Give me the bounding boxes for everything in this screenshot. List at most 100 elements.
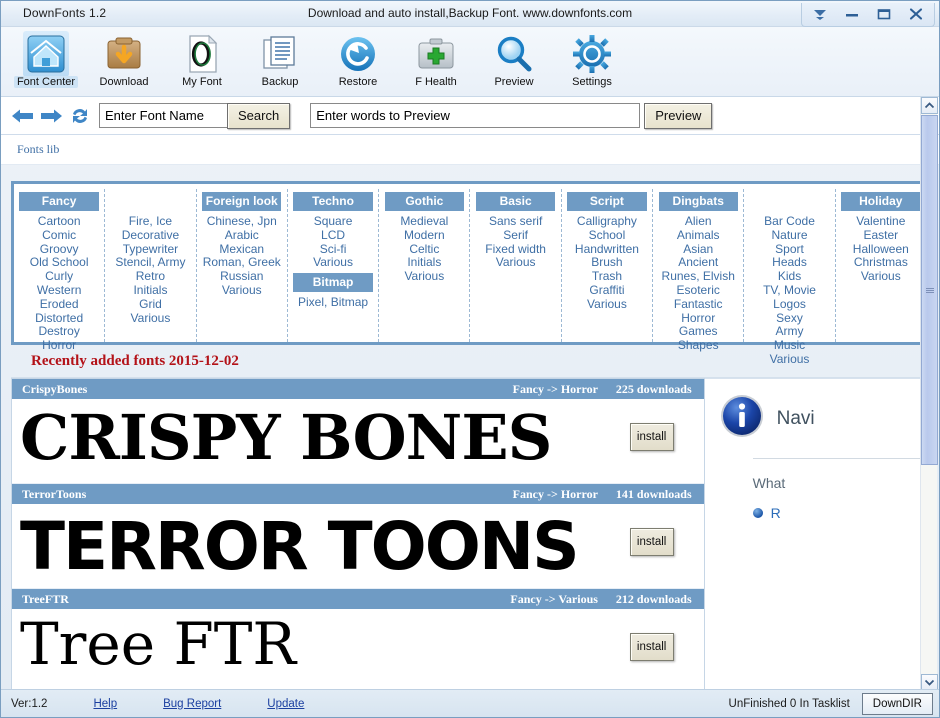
category-item[interactable]: Eroded <box>40 297 79 312</box>
category-item[interactable]: Various <box>404 269 444 284</box>
install-button[interactable]: install <box>629 423 674 451</box>
category-item[interactable]: Animals <box>677 228 720 243</box>
category-item[interactable]: LCD <box>321 228 345 243</box>
category-item[interactable]: Distorted <box>35 311 83 326</box>
category-item[interactable]: Retro <box>136 269 165 284</box>
category-item[interactable]: Brush <box>591 256 622 270</box>
toolbar-item-download[interactable]: Download <box>85 31 163 88</box>
category-item[interactable]: Mexican <box>219 242 264 257</box>
category-item[interactable]: Various <box>222 283 262 298</box>
update-link[interactable]: Update <box>267 698 304 710</box>
category-item[interactable]: Games <box>679 325 718 339</box>
maximize-button[interactable] <box>869 4 899 24</box>
category-header[interactable]: Foreign look <box>202 192 282 211</box>
category-item[interactable]: Heads <box>772 256 807 270</box>
category-item[interactable]: Western <box>37 283 81 298</box>
vertical-scrollbar[interactable] <box>920 97 938 691</box>
dropdown-arrow-button[interactable] <box>805 4 835 24</box>
category-item[interactable]: Handwritten <box>575 242 639 257</box>
toolbar-item-restore[interactable]: Restore <box>319 31 397 88</box>
category-item[interactable]: Groovy <box>40 242 79 257</box>
toolbar-item-f-health[interactable]: F Health <box>397 31 475 88</box>
category-item[interactable]: Russian <box>220 269 263 284</box>
category-item[interactable]: Graffiti <box>589 283 624 298</box>
category-item[interactable]: Destroy <box>38 325 79 339</box>
preview-words-input[interactable] <box>310 103 641 128</box>
search-input[interactable] <box>99 103 227 128</box>
category-item[interactable]: Kids <box>778 269 801 284</box>
toolbar-item-settings[interactable]: Settings <box>553 31 631 88</box>
category-item[interactable]: Horror <box>681 311 715 326</box>
minimize-button[interactable] <box>837 4 867 24</box>
category-header[interactable]: Fancy <box>19 192 99 211</box>
forward-arrow-icon[interactable] <box>37 103 65 129</box>
category-item[interactable]: Various <box>313 256 353 270</box>
category-item[interactable]: Runes, Elvish <box>662 269 735 284</box>
back-arrow-icon[interactable] <box>9 103 37 129</box>
category-item[interactable]: Alien <box>685 214 712 229</box>
category-item[interactable]: Typewriter <box>123 242 178 257</box>
downdir-button[interactable]: DownDIR <box>861 692 933 715</box>
category-item[interactable]: Roman, Greek <box>203 256 281 270</box>
refresh-icon[interactable] <box>65 103 95 129</box>
category-item[interactable]: Army <box>776 325 804 339</box>
category-item[interactable]: Easter <box>863 228 898 243</box>
category-item[interactable]: Bar Code <box>764 214 815 229</box>
category-item[interactable]: Nature <box>772 228 808 243</box>
category-item[interactable]: Ancient <box>678 256 718 270</box>
navi-link[interactable]: R <box>771 505 781 521</box>
install-button[interactable]: install <box>629 633 674 661</box>
breadcrumb-fonts-lib[interactable]: Fonts lib <box>17 142 59 157</box>
category-item[interactable]: Celtic <box>409 242 439 257</box>
category-item[interactable]: Decorative <box>122 228 179 243</box>
category-item[interactable]: Calligraphy <box>577 214 637 229</box>
category-item[interactable]: Modern <box>404 228 445 243</box>
toolbar-item-my-font[interactable]: My Font <box>163 31 241 88</box>
category-item[interactable]: Sci-fi <box>320 242 347 257</box>
font-row-header[interactable]: CrispyBones Fancy -> Horror 225 download… <box>12 379 704 399</box>
install-button[interactable]: install <box>629 528 674 556</box>
category-item[interactable]: Fire, Ice <box>129 214 172 229</box>
category-item[interactable]: Asian <box>683 242 713 257</box>
category-item[interactable]: TV, Movie <box>763 283 816 298</box>
category-item[interactable]: Esoteric <box>677 283 720 298</box>
category-item[interactable]: Trash <box>592 269 622 284</box>
category-item[interactable]: Comic <box>42 228 76 243</box>
category-item[interactable]: Various <box>496 256 536 270</box>
category-item[interactable]: Various <box>131 311 171 326</box>
bug-report-link[interactable]: Bug Report <box>163 698 221 710</box>
category-item[interactable]: Fixed width <box>485 242 546 257</box>
category-header[interactable]: Gothic <box>384 192 465 211</box>
category-item[interactable]: Christmas <box>854 256 908 270</box>
category-item[interactable]: Initials <box>407 256 441 270</box>
category-item[interactable]: Various <box>587 297 627 312</box>
category-item[interactable]: Various <box>861 269 901 284</box>
category-item[interactable]: Shapes <box>678 338 719 353</box>
category-item[interactable]: School <box>589 228 626 243</box>
category-item[interactable]: Old School <box>30 256 89 270</box>
category-item[interactable]: Chinese, Jpn <box>207 214 277 229</box>
font-row-header[interactable]: TreeFTR Fancy -> Various 212 downloads <box>12 589 704 609</box>
font-row-header[interactable]: TerrorToons Fancy -> Horror 141 download… <box>12 484 704 504</box>
category-item[interactable]: Grid <box>139 297 162 312</box>
close-button[interactable] <box>901 4 931 24</box>
search-button[interactable]: Search <box>227 102 291 129</box>
category-item[interactable]: Serif <box>503 228 528 243</box>
category-item[interactable]: Music <box>774 338 805 353</box>
category-item[interactable]: Stencil, Army <box>115 256 185 270</box>
help-link[interactable]: Help <box>93 698 117 710</box>
category-item[interactable]: Sans serif <box>489 214 542 229</box>
category-header[interactable]: Basic <box>475 192 556 211</box>
category-item[interactable]: Sport <box>775 242 804 257</box>
navi-list-item[interactable]: R <box>752 505 928 521</box>
category-header[interactable]: Dingbats <box>658 192 738 211</box>
toolbar-item-font-center[interactable]: Font Center <box>7 31 85 88</box>
category-item[interactable]: Fantastic <box>674 297 723 312</box>
category-item[interactable]: Pixel, Bitmap <box>298 295 368 310</box>
category-item[interactable]: Halloween <box>853 242 909 257</box>
category-item[interactable]: Valentine <box>856 214 905 229</box>
category-item[interactable]: Medieval <box>400 214 448 229</box>
toolbar-item-backup[interactable]: Backup <box>241 31 319 88</box>
category-item[interactable]: Initials <box>133 283 167 298</box>
toolbar-item-preview[interactable]: Preview <box>475 31 553 88</box>
